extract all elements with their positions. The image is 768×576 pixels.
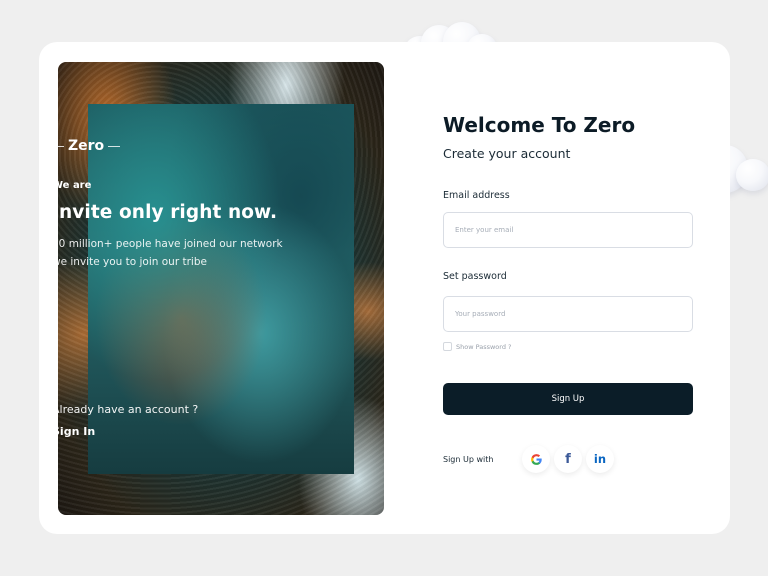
facebook-icon: f — [565, 451, 571, 467]
password-field[interactable] — [443, 296, 693, 332]
hero-headline: Invite only right now. — [52, 202, 278, 223]
logo-line-right — [108, 145, 121, 147]
show-password-label: Show Password ? — [456, 342, 512, 351]
sign-in-link[interactable]: Sign In — [52, 425, 95, 438]
sign-up-with-label: Sign Up with — [443, 455, 494, 464]
google-icon — [530, 453, 542, 465]
hero-subline-2: we invite you to join our tribe — [52, 256, 207, 268]
linkedin-sign-up-button[interactable]: in — [586, 445, 614, 473]
brand-logo: Zero — [52, 138, 121, 154]
hero-subline-1: 10 million+ people have joined our netwo… — [52, 238, 283, 250]
hero-glass-overlay — [88, 104, 354, 474]
page-subtitle: Create your account — [443, 146, 571, 161]
google-sign-up-button[interactable] — [522, 445, 550, 473]
password-label: Set password — [443, 271, 507, 282]
show-password-row: Show Password ? — [443, 342, 511, 351]
page-title: Welcome To Zero — [443, 113, 636, 137]
logo-line-left — [52, 145, 64, 147]
facebook-sign-up-button[interactable]: f — [554, 445, 582, 473]
show-password-checkbox[interactable] — [443, 342, 452, 351]
already-have-account-text: Already have an account ? — [52, 403, 199, 416]
sign-up-button[interactable]: Sign Up — [443, 383, 693, 415]
brand-name: Zero — [68, 138, 105, 154]
email-label: Email address — [443, 190, 510, 201]
hero-kicker: We are — [52, 180, 92, 191]
linkedin-icon: in — [593, 452, 607, 466]
email-field[interactable] — [443, 212, 693, 248]
hero-image-panel — [58, 62, 384, 515]
